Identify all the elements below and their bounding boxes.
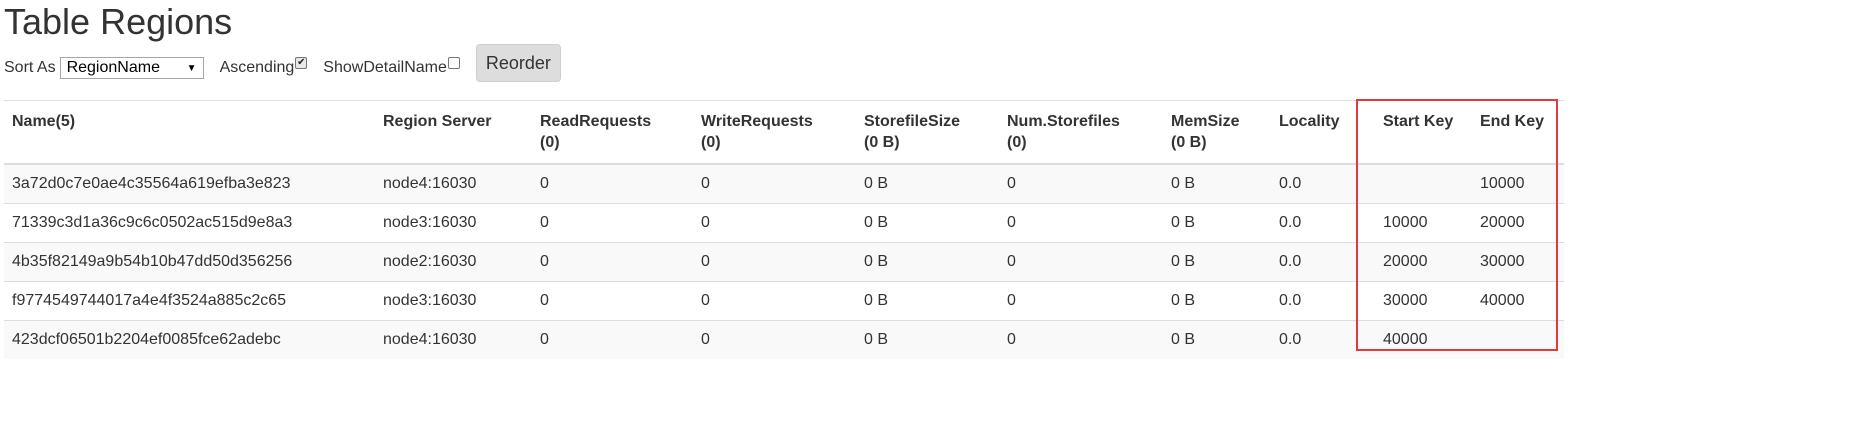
num-storefiles-cell: 0: [999, 320, 1163, 359]
col-write-requests[interactable]: WriteRequests (0): [693, 100, 856, 165]
table-row: 3a72d0c7e0ae4c35564a619efba3e823 node4:1…: [4, 163, 1564, 204]
num-storefiles-cell: 0: [999, 163, 1163, 204]
reorder-button[interactable]: Reorder: [475, 44, 561, 82]
region-server-link[interactable]: node4:16030: [375, 163, 532, 204]
table-header-row: Name(5) Region Server ReadRequests (0) Wr…: [4, 100, 1564, 165]
ascending-checkbox[interactable]: ✔: [295, 57, 308, 69]
memsize-cell: 0 B: [1163, 320, 1271, 359]
storefile-size-cell: 0 B: [856, 163, 999, 204]
col-start-key[interactable]: Start Key: [1362, 100, 1472, 165]
col-name[interactable]: Name(5): [4, 100, 375, 165]
memsize-cell: 0 B: [1163, 203, 1271, 243]
region-name: 3a72d0c7e0ae4c35564a619efba3e823: [4, 163, 375, 204]
write-requests-cell: 0: [693, 281, 856, 321]
col-end-key[interactable]: End Key: [1472, 100, 1564, 165]
col-storefile-size[interactable]: StorefileSize (0 B): [856, 100, 999, 165]
read-requests-cell: 0: [532, 163, 693, 204]
ascending-option[interactable]: Ascending ✔: [219, 57, 308, 77]
memsize-cell: 0 B: [1163, 281, 1271, 321]
region-name: 71339c3d1a36c9c6c0502ac515d9e8a3: [4, 203, 375, 243]
locality-cell: 0.0: [1271, 281, 1362, 321]
locality-cell: 0.0: [1271, 320, 1362, 359]
read-requests-cell: 0: [532, 203, 693, 243]
storefile-size-cell: 0 B: [856, 203, 999, 243]
end-key-cell: [1472, 320, 1564, 359]
col-memsize[interactable]: MemSize (0 B): [1163, 100, 1271, 165]
sort-as-label: Sort As: [4, 59, 56, 76]
write-requests-cell: 0: [693, 163, 856, 204]
col-read-requests[interactable]: ReadRequests (0): [532, 100, 693, 165]
memsize-cell: 0 B: [1163, 163, 1271, 204]
region-server-link[interactable]: node3:16030: [375, 281, 532, 321]
start-key-cell: [1362, 163, 1472, 204]
read-requests-cell: 0: [532, 242, 693, 282]
start-key-cell: 20000: [1362, 242, 1472, 282]
show-detail-label: ShowDetailName: [323, 59, 447, 76]
storefile-size-cell: 0 B: [856, 242, 999, 282]
end-key-cell: 40000: [1472, 281, 1564, 321]
sort-select[interactable]: RegionName ▼: [59, 57, 204, 79]
sort-select-value: RegionName: [66, 59, 160, 76]
write-requests-cell: 0: [693, 242, 856, 282]
locality-cell: 0.0: [1271, 203, 1362, 243]
start-key-cell: 30000: [1362, 281, 1472, 321]
col-num-storefiles[interactable]: Num.Storefiles (0): [999, 100, 1163, 165]
region-name: f9774549744017a4e4f3524a885c2c65: [4, 281, 375, 321]
memsize-cell: 0 B: [1163, 242, 1271, 282]
region-name: 423dcf06501b2204ef0085fce62adebc: [4, 320, 375, 359]
show-detail-option[interactable]: ShowDetailName: [323, 57, 460, 77]
table-row: 423dcf06501b2204ef0085fce62adebc node4:1…: [4, 320, 1564, 359]
region-server-link[interactable]: node2:16030: [375, 242, 532, 282]
region-server-link[interactable]: node3:16030: [375, 203, 532, 243]
read-requests-cell: 0: [532, 320, 693, 359]
table-row: f9774549744017a4e4f3524a885c2c65 node3:1…: [4, 281, 1564, 321]
storefile-size-cell: 0 B: [856, 281, 999, 321]
end-key-cell: 10000: [1472, 163, 1564, 204]
table-row: 71339c3d1a36c9c6c0502ac515d9e8a3 node3:1…: [4, 203, 1564, 243]
num-storefiles-cell: 0: [999, 242, 1163, 282]
region-server-link[interactable]: node4:16030: [375, 320, 532, 359]
start-key-cell: 10000: [1362, 203, 1472, 243]
col-locality[interactable]: Locality: [1271, 100, 1362, 165]
num-storefiles-cell: 0: [999, 203, 1163, 243]
num-storefiles-cell: 0: [999, 281, 1163, 321]
ascending-label: Ascending: [219, 59, 295, 76]
locality-cell: 0.0: [1271, 242, 1362, 282]
start-key-cell: 40000: [1362, 320, 1472, 359]
chevron-down-icon: ▼: [186, 62, 197, 74]
read-requests-cell: 0: [532, 281, 693, 321]
region-name: 4b35f82149a9b54b10b47dd50d356256: [4, 242, 375, 282]
write-requests-cell: 0: [693, 203, 856, 243]
locality-cell: 0.0: [1271, 163, 1362, 204]
storefile-size-cell: 0 B: [856, 320, 999, 359]
show-detail-checkbox[interactable]: [447, 57, 460, 69]
table-row: 4b35f82149a9b54b10b47dd50d356256 node2:1…: [4, 242, 1564, 282]
page-title: Table Regions: [4, 1, 233, 42]
end-key-cell: 30000: [1472, 242, 1564, 282]
write-requests-cell: 0: [693, 320, 856, 359]
end-key-cell: 20000: [1472, 203, 1564, 243]
col-region-server[interactable]: Region Server: [375, 100, 532, 165]
regions-table: Name(5) Region Server ReadRequests (0) Wr…: [4, 100, 1564, 359]
sort-controls: Sort As RegionName ▼ Ascending ✔ ShowDet…: [4, 44, 561, 82]
